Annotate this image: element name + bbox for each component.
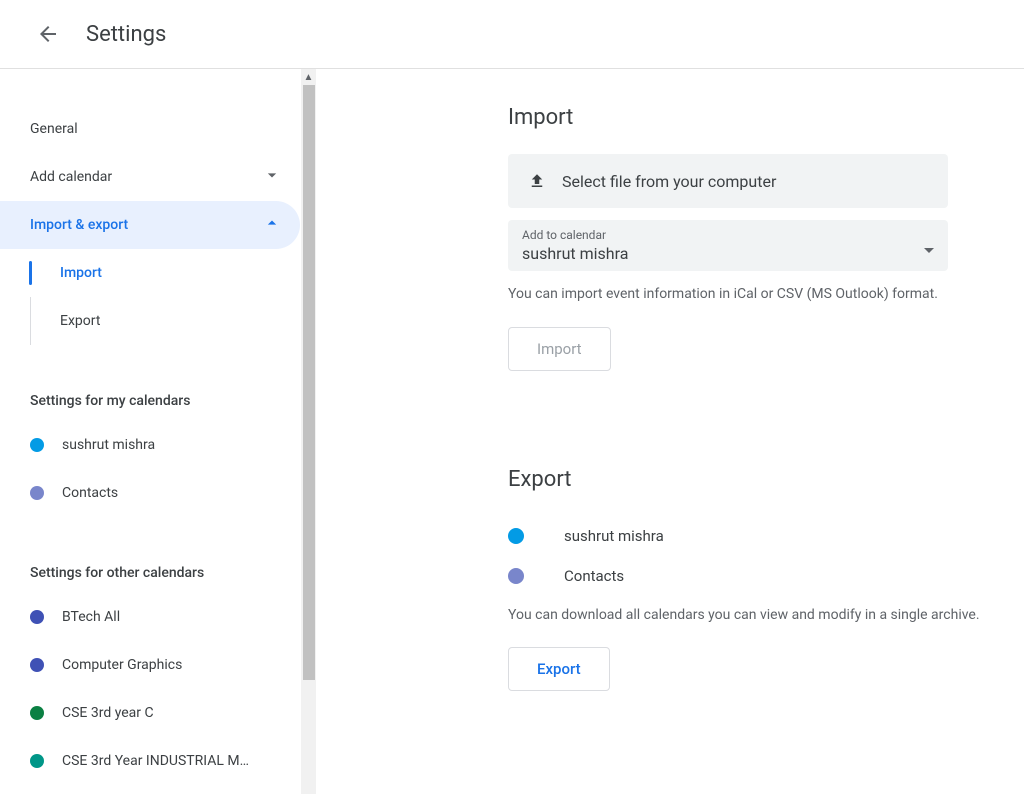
calendar-color-dot (30, 438, 44, 452)
sidebar-scrollbar[interactable]: ▲ (300, 69, 316, 794)
calendar-color-dot (30, 754, 44, 768)
calendar-color-dot (30, 486, 44, 500)
subnav-export[interactable]: Export (0, 297, 300, 345)
export-helper-text: You can download all calendars you can v… (508, 606, 1024, 626)
calendar-name: BTech All (62, 609, 120, 625)
back-button[interactable] (28, 14, 68, 54)
nav-label: Import & export (30, 217, 128, 233)
nav-label: Add calendar (30, 169, 112, 185)
nav-import-export[interactable]: Import & export (0, 201, 300, 249)
page-title: Settings (86, 22, 166, 47)
calendar-name: Contacts (62, 485, 118, 501)
calendar-name: sushrut mishra (62, 437, 155, 453)
other-calendar-item[interactable]: Computer Graphics (0, 641, 300, 689)
subnav-import[interactable]: Import (0, 249, 300, 297)
add-to-calendar-value: sushrut mishra (522, 244, 628, 263)
my-calendar-item[interactable]: Contacts (0, 469, 300, 517)
scroll-up-icon[interactable]: ▲ (301, 69, 316, 85)
chevron-down-icon (262, 165, 282, 189)
calendar-name: Contacts (564, 567, 624, 585)
export-title: Export (508, 467, 1024, 492)
other-calendar-item[interactable]: CSE 3rd Year INDUSTRIAL M… (0, 737, 300, 785)
nav-add-calendar[interactable]: Add calendar (0, 153, 300, 201)
other-calendar-item[interactable]: CSE 3rd year C (0, 689, 300, 737)
export-calendar-row: Contacts (508, 556, 1024, 596)
calendar-color-dot (30, 706, 44, 720)
button-label: Export (537, 660, 581, 678)
arrow-left-icon (36, 22, 60, 46)
file-upload-label: Select file from your computer (562, 172, 776, 191)
calendar-color-dot (508, 528, 524, 544)
calendar-name: Computer Graphics (62, 657, 182, 673)
header: Settings (0, 0, 1024, 69)
scroll-thumb[interactable] (303, 85, 315, 680)
nav-general[interactable]: General (0, 105, 300, 153)
calendar-color-dot (30, 610, 44, 624)
calendar-name: sushrut mishra (564, 527, 664, 545)
add-to-calendar-label: Add to calendar (522, 228, 628, 242)
other-calendars-heading: Settings for other calendars (0, 553, 300, 593)
export-calendar-row: sushrut mishra (508, 516, 1024, 556)
dropdown-icon (924, 238, 934, 257)
calendar-color-dot (30, 658, 44, 672)
add-to-calendar-select[interactable]: Add to calendar sushrut mishra (508, 220, 948, 271)
import-title: Import (508, 105, 948, 130)
import-button[interactable]: Import (508, 327, 611, 371)
export-button[interactable]: Export (508, 647, 610, 691)
calendar-name: CSE 3rd Year INDUSTRIAL M… (62, 753, 249, 769)
other-calendar-item[interactable]: BTech All (0, 593, 300, 641)
main-content: Import Select file from your computer Ad… (316, 69, 1024, 794)
chevron-up-icon (262, 213, 282, 237)
nav-label: Import (60, 265, 102, 281)
button-label: Import (537, 340, 582, 358)
import-helper-text: You can import event information in iCal… (508, 285, 948, 305)
nav-label: Export (60, 313, 100, 329)
calendar-name: CSE 3rd year C (62, 705, 154, 721)
file-upload-button[interactable]: Select file from your computer (508, 154, 948, 208)
calendar-color-dot (508, 568, 524, 584)
upload-icon (528, 172, 546, 190)
my-calendar-item[interactable]: sushrut mishra (0, 421, 300, 469)
nav-label: General (30, 121, 78, 137)
sidebar: General Add calendar Import & export Imp… (0, 69, 300, 794)
my-calendars-heading: Settings for my calendars (0, 381, 300, 421)
